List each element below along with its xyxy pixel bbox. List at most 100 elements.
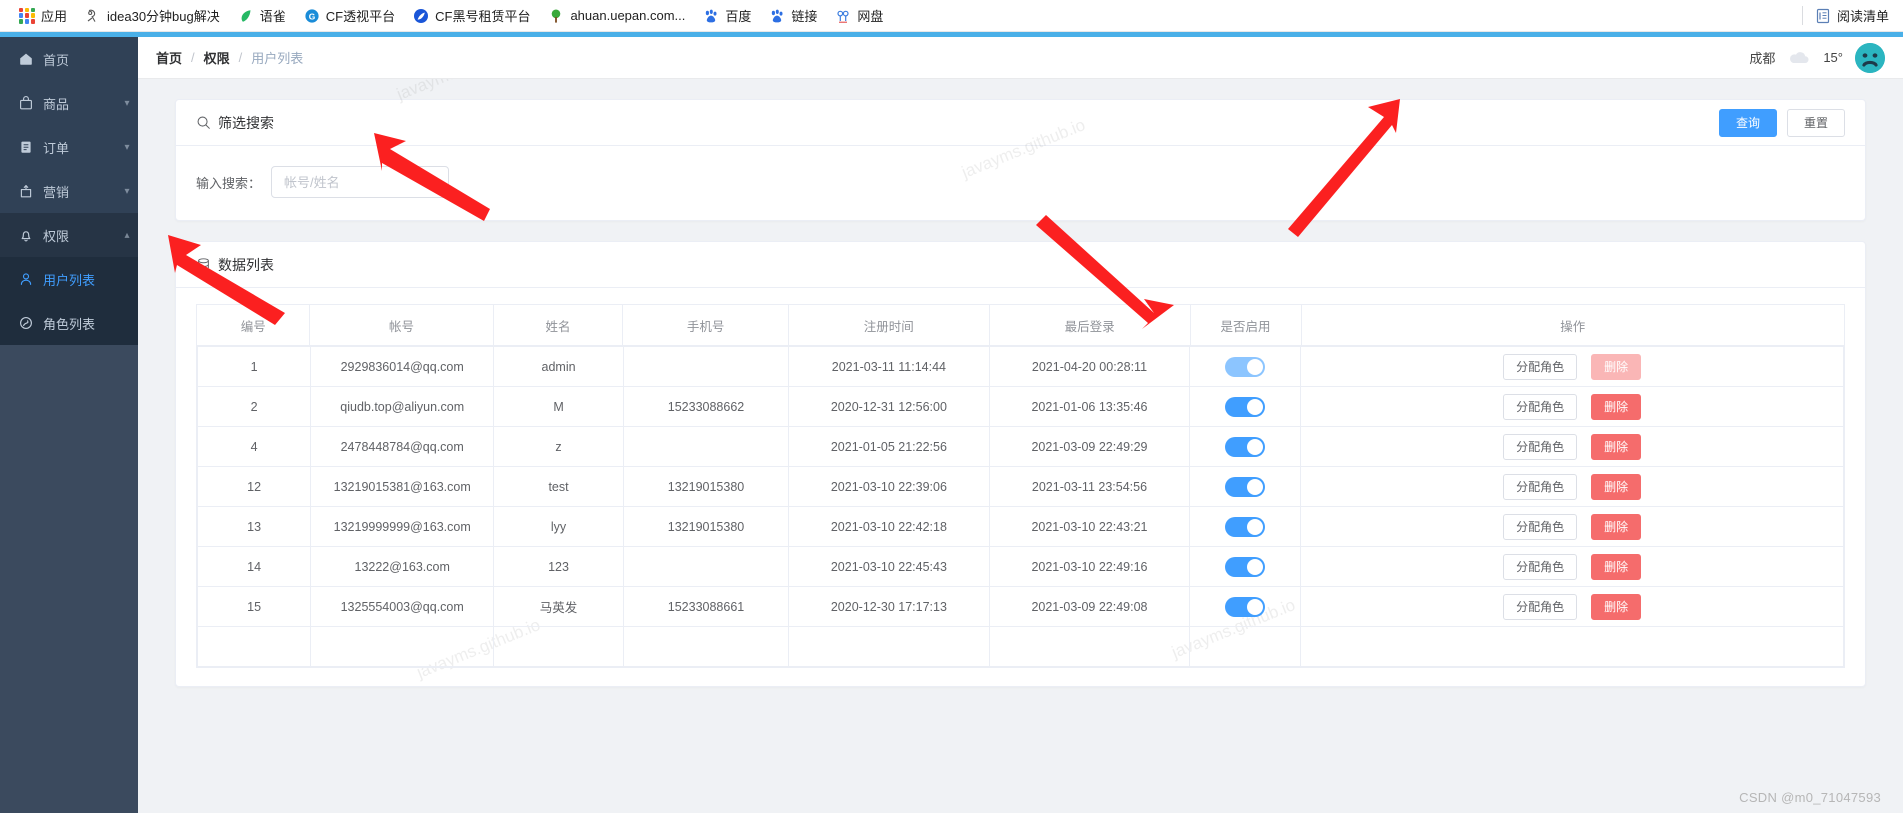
bookmark-apps[interactable]: 应用 [10,4,76,28]
enable-toggle[interactable] [1225,476,1266,497]
toggle-knob [1247,478,1264,495]
bookmark-item[interactable]: 网盘 [826,4,892,28]
sidebar-item-3[interactable]: 订单 ▾ [0,125,138,169]
reset-button[interactable]: 重置 [1786,108,1845,137]
avatar[interactable] [1855,42,1885,73]
breadcrumb-item-2[interactable]: 权限 [204,48,230,67]
cell-registered: 2021-01-05 21:22:56 [788,426,990,467]
cell-operations: 分配角色 删除 [1300,546,1844,587]
breadcrumb-separator: / [191,50,195,65]
delete-button[interactable]: 删除 [1591,353,1642,380]
cell-enabled [1189,466,1302,507]
assign-role-button[interactable]: 分配角色 [1503,513,1578,540]
reading-list-label: 阅读清单 [1836,9,1889,24]
sidebar-subitem-2[interactable]: 角色列表 [0,301,138,345]
cell-empty [1189,626,1302,667]
table-scroll-area[interactable]: 1 2929836014@qq.com admin 2021-03-11 11:14:… [196,346,1845,668]
cell-enabled [1189,506,1302,547]
enable-toggle[interactable] [1225,356,1266,377]
cell-registered: 2021-03-10 22:45:43 [788,546,990,587]
cell-operations: 分配角色 删除 [1300,426,1844,467]
yuque-leaf-icon [241,9,251,22]
bookmark-item[interactable]: ahuan.uepan.com... [539,4,694,28]
sidebar-item-4[interactable]: 营销 ▾ [0,169,138,213]
cell-registered: 2021-03-11 11:14:44 [788,346,990,387]
svg-text:G: G [309,11,316,21]
bookmark-item[interactable]: 语雀 [229,4,295,28]
cell-empty [788,626,990,667]
breadcrumb-item-1[interactable]: 首页 [156,48,182,67]
delete-button[interactable]: 删除 [1591,513,1642,540]
delete-button[interactable]: 删除 [1591,553,1642,580]
assign-role-button[interactable]: 分配角色 [1503,593,1578,620]
bookmark-item[interactable]: idea30分钟bug解决 [76,4,229,28]
breadcrumb-item-3: 用户列表 [251,51,304,66]
delete-button[interactable]: 删除 [1591,393,1642,420]
data-list-title: 数据列表 [218,256,274,273]
delete-button[interactable]: 删除 [1591,593,1642,620]
cell-account: 13219999999@163.com [310,506,495,547]
sidebar-item-5[interactable]: 权限 ▴ [0,213,138,257]
bookmark-label: ahuan.uepan.com... [570,8,686,23]
chevron-down-icon: ▾ [124,97,130,109]
query-button[interactable]: 查询 [1718,108,1777,137]
bookmark-label: 链接 [791,9,818,24]
sidebar-subitem-1[interactable]: 用户列表 [0,257,138,301]
search-input[interactable] [271,166,450,198]
browser-bookmarks-bar: 应用 idea30分钟bug解决 语雀 G CF透视平台 CF黑号租赁平台 ahuan.u… [0,0,1903,32]
cell-phone: 15233088661 [622,586,790,627]
sidebar-item-label: 营销 [43,184,70,200]
sidebar-item-2[interactable]: 商品 ▾ [0,81,138,125]
data-table: 1 2929836014@qq.com admin 2021-03-11 11:14:… [197,346,1844,667]
sidebar-item-1[interactable]: 首页 [0,37,138,81]
sidebar-empty-area [0,345,138,813]
bag-icon [20,96,32,110]
reading-list-button[interactable]: 阅读清单 [1801,6,1893,25]
chevron-up-icon: ▴ [124,229,130,241]
user-icon [20,273,32,285]
cell-enabled [1189,586,1302,627]
assign-role-button[interactable]: 分配角色 [1503,553,1578,580]
cell-empty [197,626,312,667]
enable-toggle[interactable] [1225,556,1266,577]
bookmark-item[interactable]: 链接 [760,4,826,28]
cell-enabled [1189,346,1302,387]
column-header-7: 是否启用 [1189,304,1302,346]
cell-operations: 分配角色 删除 [1300,346,1844,387]
enable-toggle[interactable] [1225,516,1266,537]
data-list-header: 数据列表 [176,242,1865,288]
bookmark-item[interactable]: 百度 [694,4,760,28]
apps-grid-icon [19,7,35,24]
clipboard-icon [21,141,31,153]
cell-phone [622,426,790,467]
column-header-8: 操作 [1300,304,1846,346]
cell-phone [622,546,790,587]
cell-name: 马英发 [493,586,624,627]
enable-toggle[interactable] [1225,396,1266,417]
table-header: 编号 帐号 姓名 手机号 注册时间 最后登录 是否启用 操作 [195,304,1846,346]
assign-role-button[interactable]: 分配角色 [1503,473,1578,500]
home-icon [20,53,32,65]
delete-button[interactable]: 删除 [1591,433,1642,460]
enable-toggle[interactable] [1225,596,1266,617]
bookmark-item[interactable]: CF黑号租赁平台 [404,4,539,28]
delete-button[interactable]: 删除 [1591,473,1642,500]
cell-enabled [1189,546,1302,587]
assign-role-button[interactable]: 分配角色 [1503,353,1578,380]
tree-icon [552,9,561,23]
bookmark-list: idea30分钟bug解决 语雀 G CF透视平台 CF黑号租赁平台 ahuan.uepa… [76,4,892,28]
megaphone-icon [20,185,32,198]
cell-last-login: 2021-04-20 00:28:11 [988,346,1191,387]
role-icon [20,317,32,329]
toggle-knob [1247,558,1264,575]
cell-empty [622,626,790,667]
bookmark-item[interactable]: G CF透视平台 [295,4,404,28]
enable-toggle[interactable] [1225,436,1266,457]
sidebar-menu: 首页 商品 ▾ 订单 ▾ 营销 ▾ 权限 ▴ [0,37,138,257]
table-row: 4 2478448784@qq.com z 2021-01-05 21:22:56 20… [197,426,1844,467]
weather-city: 成都 [1749,51,1776,66]
assign-role-button[interactable]: 分配角色 [1503,393,1578,420]
filter-card-title: 筛选搜索 [218,114,274,131]
topbar-right: 成都 15° [1749,42,1885,73]
assign-role-button[interactable]: 分配角色 [1503,433,1578,460]
